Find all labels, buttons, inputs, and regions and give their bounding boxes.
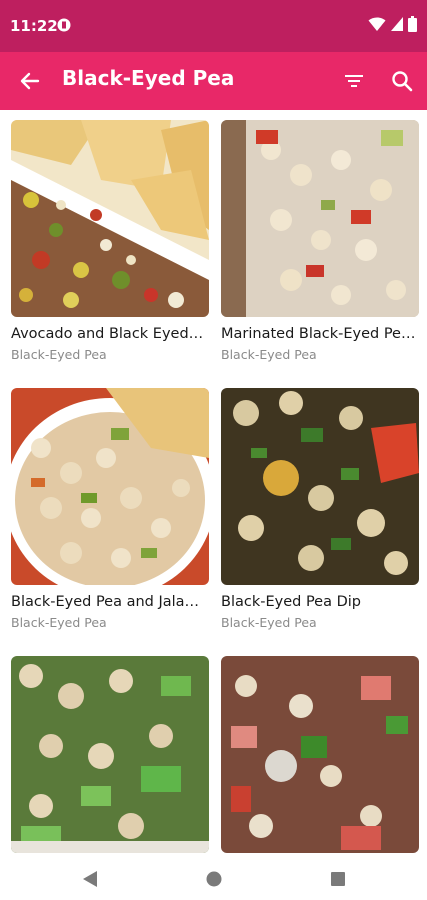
recipe-category: Black-Eyed Pea xyxy=(11,615,107,630)
wifi-icon xyxy=(368,17,386,31)
filter-button[interactable] xyxy=(338,65,370,97)
recipe-card[interactable]: Black-Eyed Pea and Jalapeño Dip Black-Ey… xyxy=(11,388,209,630)
recipe-category: Black-Eyed Pea xyxy=(11,347,107,362)
search-button[interactable] xyxy=(386,65,418,97)
search-icon xyxy=(392,71,413,92)
nav-recents-icon xyxy=(331,872,345,886)
nav-home-icon xyxy=(206,871,222,887)
nav-recents-button[interactable] xyxy=(325,866,351,892)
page-title: Black-Eyed Pea xyxy=(62,66,235,90)
recipe-image xyxy=(11,120,209,317)
recipe-image xyxy=(221,656,419,853)
nav-back-button[interactable] xyxy=(77,866,103,892)
app-notification-icon xyxy=(57,18,71,32)
signal-icon xyxy=(391,17,403,31)
recipe-name: Black-Eyed Pea and Jalapeño Dip xyxy=(11,594,207,610)
recipe-card[interactable]: Marinated Black-Eyed Peas Black-Eyed Pea xyxy=(221,120,419,362)
app-bar: Black-Eyed Pea xyxy=(0,52,427,110)
recipe-name: Black-Eyed Pea Dip xyxy=(221,594,361,610)
battery-icon xyxy=(408,16,417,32)
recipe-grid: Avocado and Black Eyed Pea Salsa Black-E… xyxy=(0,110,427,858)
recipe-card[interactable] xyxy=(221,656,419,858)
recipe-image xyxy=(221,388,419,585)
recipe-card[interactable] xyxy=(11,656,209,858)
back-button[interactable] xyxy=(14,65,46,97)
recipe-category: Black-Eyed Pea xyxy=(221,615,317,630)
nav-back-icon xyxy=(83,871,97,887)
recipe-category: Black-Eyed Pea xyxy=(221,347,317,362)
recipe-name: Marinated Black-Eyed Peas xyxy=(221,326,417,342)
status-time: 11:22 xyxy=(10,17,58,35)
status-bar: 11:22 xyxy=(0,0,427,52)
system-nav-bar xyxy=(0,858,427,900)
recipe-image xyxy=(11,388,209,585)
status-icons xyxy=(368,16,417,32)
nav-home-button[interactable] xyxy=(201,866,227,892)
recipe-image xyxy=(221,120,419,317)
recipe-name: Avocado and Black Eyed Pea Salsa xyxy=(11,326,207,342)
recipe-card[interactable]: Black-Eyed Pea Dip Black-Eyed Pea xyxy=(221,388,419,630)
filter-icon xyxy=(345,75,363,87)
recipe-image xyxy=(11,656,209,853)
back-arrow-icon xyxy=(20,72,40,90)
recipe-card[interactable]: Avocado and Black Eyed Pea Salsa Black-E… xyxy=(11,120,209,362)
